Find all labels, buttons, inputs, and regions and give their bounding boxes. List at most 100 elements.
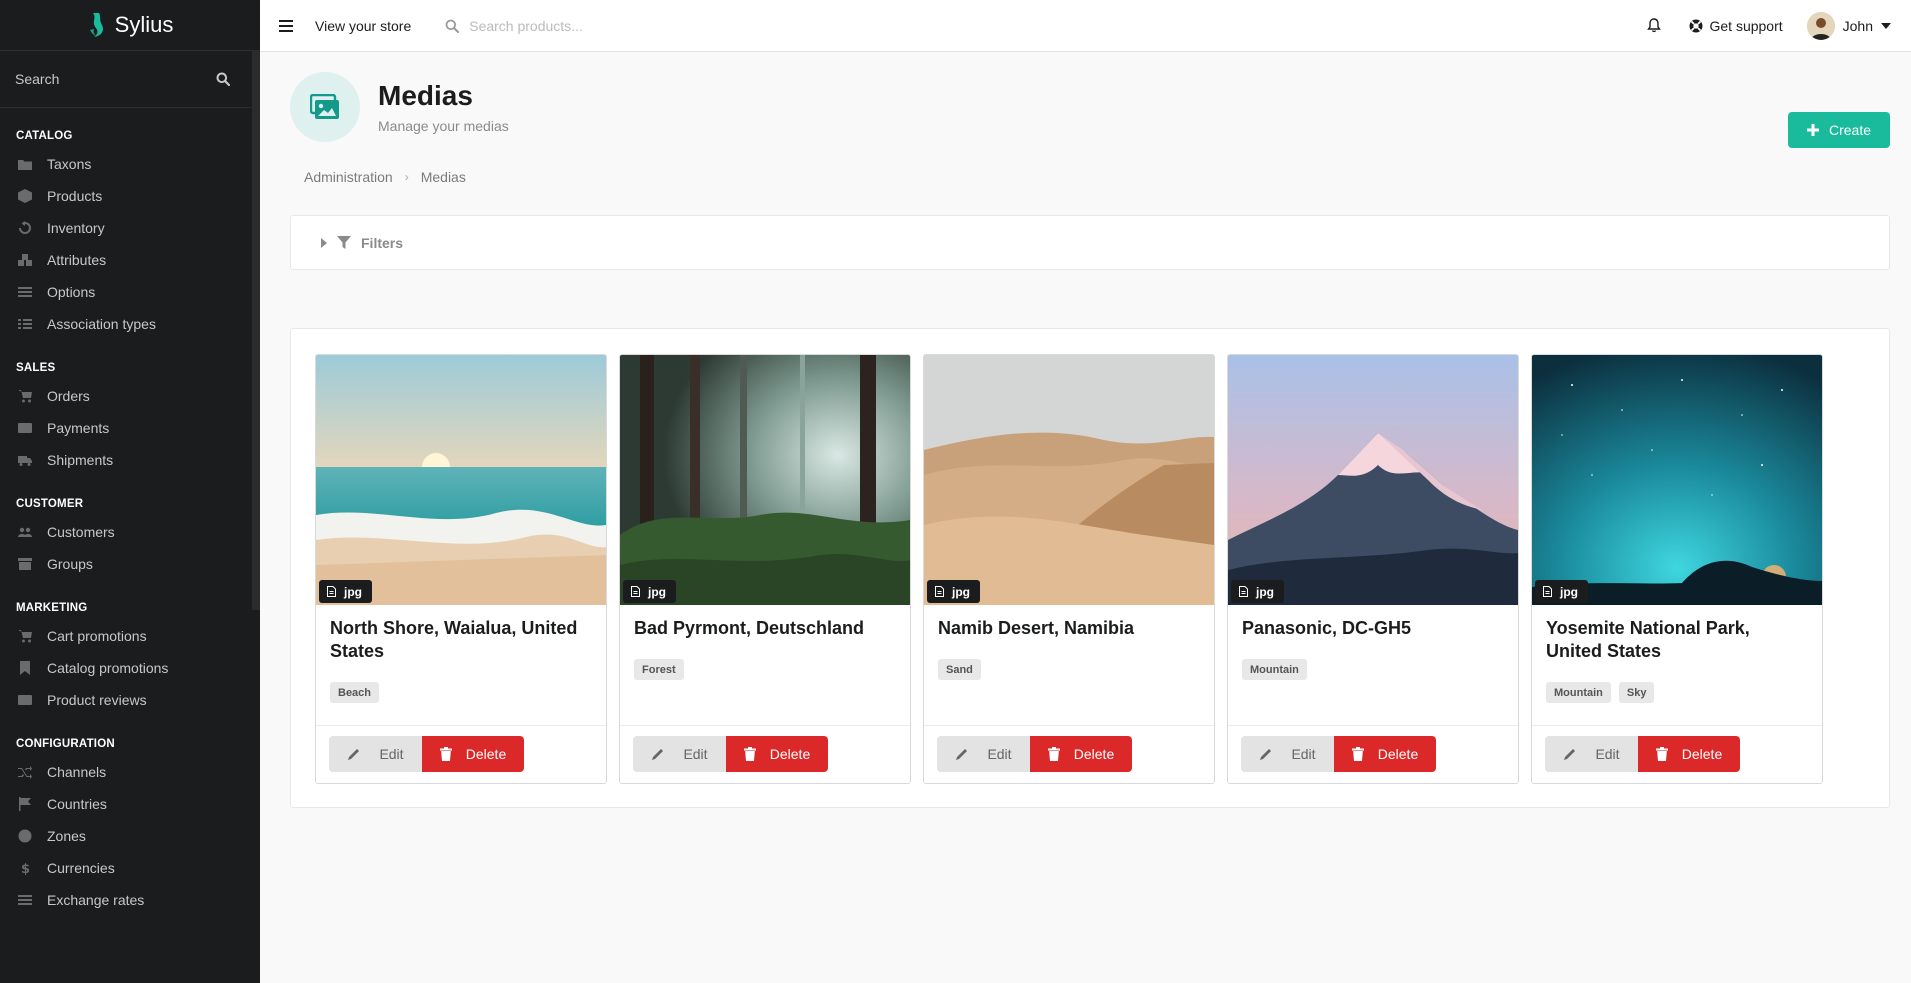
sidebar-item-label: Payments xyxy=(47,420,110,436)
file-icon xyxy=(1543,586,1552,597)
menu-toggle-icon[interactable] xyxy=(277,19,295,32)
sidebar-item-catalog-promotions[interactable]: Catalog promotions xyxy=(0,652,260,684)
get-support-link[interactable]: Get support xyxy=(1689,17,1783,34)
sidebar-item-countries[interactable]: Countries xyxy=(0,788,260,820)
cart-icon xyxy=(18,389,32,403)
sidebar-item-groups[interactable]: Groups xyxy=(0,548,260,580)
create-button[interactable]: Create xyxy=(1788,112,1890,148)
edit-button-label: Edit xyxy=(987,746,1012,762)
folder-icon xyxy=(18,157,32,171)
filters-accordion[interactable]: Filters xyxy=(290,215,1890,270)
edit-button[interactable]: Edit xyxy=(633,736,726,772)
sidebar-section-header: SALES xyxy=(16,362,56,374)
users-icon xyxy=(18,525,32,539)
view-store-link[interactable]: View your store xyxy=(315,18,411,34)
archive-icon xyxy=(18,557,32,571)
media-thumbnail-night-sky[interactable] xyxy=(1532,355,1822,605)
avatar xyxy=(1806,11,1835,40)
caret-right-icon xyxy=(321,237,327,248)
edit-button[interactable]: Edit xyxy=(329,736,422,772)
delete-button[interactable]: Delete xyxy=(1030,736,1132,772)
sidebar-item-products[interactable]: Products xyxy=(0,180,260,212)
media-title: Panasonic, DC-GH5 xyxy=(1242,618,1412,638)
media-card: jpg Bad Pyrmont, Deutschland Forest Edit… xyxy=(619,354,911,784)
sidebar-item-cart-promotions[interactable]: Cart promotions xyxy=(0,620,260,652)
delete-button[interactable]: Delete xyxy=(1334,736,1436,772)
breadcrumb: Administration › Medias xyxy=(304,169,466,185)
media-tags: Sand xyxy=(938,659,981,680)
options-icon xyxy=(18,285,32,299)
sidebar-item-product-reviews[interactable]: Product reviews xyxy=(0,684,260,716)
edit-button[interactable]: Edit xyxy=(1241,736,1334,772)
media-grid: jpg North Shore, Waialua, United States … xyxy=(290,328,1890,808)
sidebar-item-association-types[interactable]: Association types xyxy=(0,308,260,340)
sidebar-item-label: Customers xyxy=(47,524,115,540)
trash-icon xyxy=(743,747,756,761)
trash-icon xyxy=(439,747,452,761)
delete-button[interactable]: Delete xyxy=(422,736,524,772)
trash-icon xyxy=(1351,747,1364,761)
media-card: jpg Panasonic, DC-GH5 Mountain Edit Dele… xyxy=(1227,354,1519,784)
sidebar-item-label: Orders xyxy=(47,388,90,404)
product-search[interactable] xyxy=(445,17,770,34)
sidebar-section-configuration: CONFIGURATION Channels Countries Zones $ Curr… xyxy=(0,716,260,916)
sidebar-item-customers[interactable]: Customers xyxy=(0,516,260,548)
media-tags: Forest xyxy=(634,659,684,680)
breadcrumb-administration[interactable]: Administration xyxy=(304,169,393,185)
sidebar-item-payments[interactable]: Payments xyxy=(0,412,260,444)
sidebar-scrollbar[interactable] xyxy=(252,50,260,610)
file-type-badge: jpg xyxy=(1231,580,1284,603)
edit-button-label: Edit xyxy=(379,746,404,762)
sidebar-search[interactable] xyxy=(0,50,260,108)
delete-button[interactable]: Delete xyxy=(1638,736,1740,772)
file-type-label: jpg xyxy=(648,584,666,599)
sidebar-item-shipments[interactable]: Shipments xyxy=(0,444,260,476)
sidebar-item-attributes[interactable]: Attributes xyxy=(0,244,260,276)
sidebar-item-zones[interactable]: Zones xyxy=(0,820,260,852)
tag: Mountain xyxy=(1242,659,1307,680)
media-thumbnail-mountain[interactable] xyxy=(1228,355,1518,605)
media-thumbnail-forest[interactable] xyxy=(620,355,910,605)
media-tags: Mountain xyxy=(1242,659,1307,680)
card-divider xyxy=(924,725,1214,726)
delete-button[interactable]: Delete xyxy=(726,736,828,772)
file-icon xyxy=(1239,586,1248,597)
flag-icon xyxy=(18,797,32,811)
media-card: jpg North Shore, Waialua, United States … xyxy=(315,354,607,784)
sidebar-section-header: CUSTOMER xyxy=(16,498,84,510)
sylius-logo-icon xyxy=(89,13,103,37)
user-menu[interactable]: John xyxy=(1806,11,1891,40)
delete-button-label: Delete xyxy=(769,746,811,762)
sidebar-item-label: Taxons xyxy=(47,156,92,172)
media-title: Yosemite National Park, United States xyxy=(1546,618,1750,661)
chevron-right-icon: › xyxy=(404,170,409,184)
delete-button-label: Delete xyxy=(1377,746,1419,762)
sidebar-search-input[interactable] xyxy=(15,71,215,87)
media-thumbnail-beach[interactable] xyxy=(316,355,606,605)
sidebar-item-options[interactable]: Options xyxy=(0,276,260,308)
trash-icon xyxy=(1047,747,1060,761)
file-type-label: jpg xyxy=(344,584,362,599)
media-thumbnail-desert[interactable] xyxy=(924,355,1214,605)
sidebar-item-currencies[interactable]: $ Currencies xyxy=(0,852,260,884)
tag: Sky xyxy=(1618,682,1655,703)
tag: Forest xyxy=(634,659,684,680)
sidebar-item-label: Currencies xyxy=(47,860,115,876)
sidebar-item-exchange-rates[interactable]: Exchange rates xyxy=(0,884,260,916)
sidebar-item-taxons[interactable]: Taxons xyxy=(0,148,260,180)
notifications-button[interactable] xyxy=(1647,18,1662,33)
product-search-input[interactable] xyxy=(469,17,770,34)
search-icon[interactable] xyxy=(216,72,230,86)
get-support-label: Get support xyxy=(1709,17,1783,34)
edit-button[interactable]: Edit xyxy=(1545,736,1638,772)
file-type-label: jpg xyxy=(1256,584,1274,599)
topbar: View your store Get support xyxy=(260,0,1911,52)
sidebar-item-inventory[interactable]: Inventory xyxy=(0,212,260,244)
sidebar-item-orders[interactable]: Orders xyxy=(0,380,260,412)
edit-button[interactable]: Edit xyxy=(937,736,1030,772)
truck-icon xyxy=(18,453,32,467)
media-title: North Shore, Waialua, United States xyxy=(330,618,578,661)
sidebar-item-channels[interactable]: Channels xyxy=(0,756,260,788)
brand[interactable]: Sylius xyxy=(0,0,260,50)
globe-icon xyxy=(18,829,32,843)
